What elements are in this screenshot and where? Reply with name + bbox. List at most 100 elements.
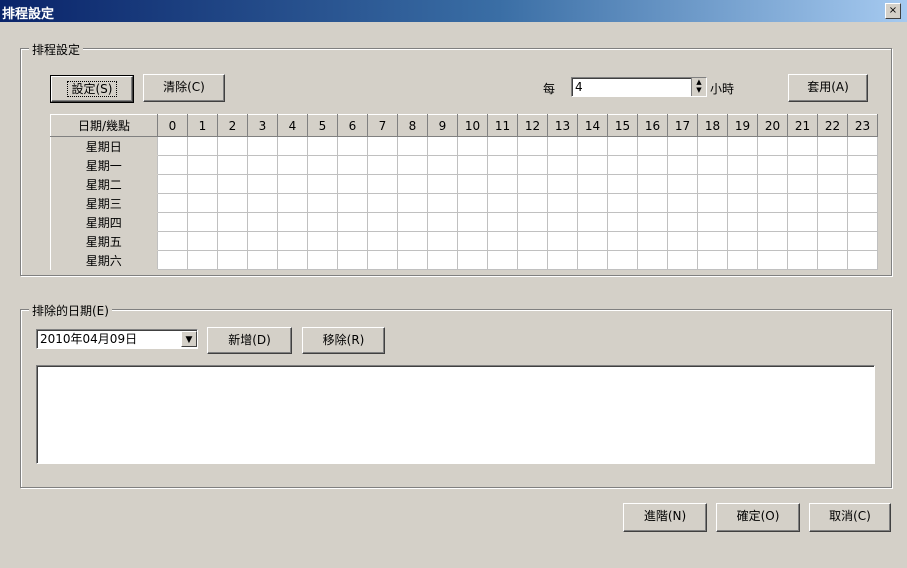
schedule-cell[interactable] xyxy=(427,193,458,213)
schedule-cell[interactable] xyxy=(247,250,278,270)
schedule-cell[interactable] xyxy=(307,174,338,194)
schedule-cell[interactable] xyxy=(607,193,638,213)
hour-header[interactable]: 13 xyxy=(547,114,578,137)
schedule-cell[interactable] xyxy=(157,155,188,175)
schedule-cell[interactable] xyxy=(787,231,818,251)
schedule-cell[interactable] xyxy=(787,174,818,194)
schedule-cell[interactable] xyxy=(517,155,548,175)
schedule-cell[interactable] xyxy=(457,231,488,251)
schedule-cell[interactable] xyxy=(667,174,698,194)
schedule-cell[interactable] xyxy=(697,250,728,270)
schedule-cell[interactable] xyxy=(577,155,608,175)
schedule-cell[interactable] xyxy=(277,212,308,232)
schedule-cell[interactable] xyxy=(337,136,368,156)
hour-header[interactable]: 12 xyxy=(517,114,548,137)
schedule-cell[interactable] xyxy=(397,231,428,251)
schedule-cell[interactable] xyxy=(157,212,188,232)
schedule-cell[interactable] xyxy=(517,212,548,232)
hour-header[interactable]: 22 xyxy=(817,114,848,137)
hour-header[interactable]: 23 xyxy=(847,114,878,137)
schedule-cell[interactable] xyxy=(457,250,488,270)
schedule-cell[interactable] xyxy=(637,193,668,213)
schedule-cell[interactable] xyxy=(247,212,278,232)
schedule-cell[interactable] xyxy=(637,136,668,156)
spin-down-icon[interactable]: ▼ xyxy=(692,86,706,94)
schedule-cell[interactable] xyxy=(847,136,878,156)
schedule-cell[interactable] xyxy=(187,155,218,175)
schedule-cell[interactable] xyxy=(547,231,578,251)
day-label[interactable]: 星期二 xyxy=(50,174,158,194)
schedule-cell[interactable] xyxy=(397,136,428,156)
schedule-cell[interactable] xyxy=(727,231,758,251)
hour-header[interactable]: 15 xyxy=(607,114,638,137)
hour-header[interactable]: 21 xyxy=(787,114,818,137)
schedule-cell[interactable] xyxy=(367,250,398,270)
schedule-cell[interactable] xyxy=(517,174,548,194)
schedule-cell[interactable] xyxy=(367,155,398,175)
schedule-cell[interactable] xyxy=(667,231,698,251)
schedule-cell[interactable] xyxy=(787,136,818,156)
schedule-cell[interactable] xyxy=(667,212,698,232)
schedule-cell[interactable] xyxy=(847,250,878,270)
schedule-cell[interactable] xyxy=(277,136,308,156)
schedule-cell[interactable] xyxy=(487,250,518,270)
schedule-cell[interactable] xyxy=(307,250,338,270)
schedule-cell[interactable] xyxy=(157,250,188,270)
schedule-cell[interactable] xyxy=(187,136,218,156)
schedule-cell[interactable] xyxy=(307,231,338,251)
schedule-cell[interactable] xyxy=(637,155,668,175)
add-date-button[interactable]: 新增(D) xyxy=(207,327,292,354)
hour-header[interactable]: 3 xyxy=(247,114,278,137)
schedule-cell[interactable] xyxy=(427,250,458,270)
clear-button[interactable]: 清除(C) xyxy=(143,74,225,102)
schedule-cell[interactable] xyxy=(547,212,578,232)
schedule-cell[interactable] xyxy=(577,174,608,194)
schedule-cell[interactable] xyxy=(157,231,188,251)
schedule-cell[interactable] xyxy=(547,174,578,194)
hour-header[interactable]: 6 xyxy=(337,114,368,137)
schedule-cell[interactable] xyxy=(187,250,218,270)
schedule-cell[interactable] xyxy=(487,212,518,232)
hour-header[interactable]: 17 xyxy=(667,114,698,137)
schedule-cell[interactable] xyxy=(727,136,758,156)
chevron-down-icon[interactable]: ▼ xyxy=(181,331,197,347)
schedule-cell[interactable] xyxy=(847,231,878,251)
schedule-cell[interactable] xyxy=(847,155,878,175)
schedule-cell[interactable] xyxy=(487,231,518,251)
schedule-cell[interactable] xyxy=(577,193,608,213)
schedule-cell[interactable] xyxy=(727,250,758,270)
schedule-cell[interactable] xyxy=(217,250,248,270)
hour-header[interactable]: 5 xyxy=(307,114,338,137)
schedule-cell[interactable] xyxy=(247,155,278,175)
schedule-cell[interactable] xyxy=(577,136,608,156)
schedule-cell[interactable] xyxy=(487,136,518,156)
schedule-cell[interactable] xyxy=(757,212,788,232)
close-icon[interactable]: × xyxy=(885,3,901,19)
schedule-cell[interactable] xyxy=(727,174,758,194)
schedule-cell[interactable] xyxy=(307,212,338,232)
hour-header[interactable]: 20 xyxy=(757,114,788,137)
schedule-cell[interactable] xyxy=(787,212,818,232)
hour-header[interactable]: 1 xyxy=(187,114,218,137)
schedule-cell[interactable] xyxy=(607,136,638,156)
schedule-cell[interactable] xyxy=(697,136,728,156)
schedule-cell[interactable] xyxy=(277,155,308,175)
schedule-cell[interactable] xyxy=(427,174,458,194)
hour-header[interactable]: 2 xyxy=(217,114,248,137)
schedule-cell[interactable] xyxy=(757,231,788,251)
day-label[interactable]: 星期五 xyxy=(50,231,158,251)
schedule-cell[interactable] xyxy=(397,193,428,213)
ok-button[interactable]: 確定(O) xyxy=(716,503,800,532)
schedule-cell[interactable] xyxy=(457,136,488,156)
schedule-cell[interactable] xyxy=(217,231,248,251)
hour-header[interactable]: 7 xyxy=(367,114,398,137)
schedule-cell[interactable] xyxy=(247,231,278,251)
schedule-cell[interactable] xyxy=(817,231,848,251)
schedule-cell[interactable] xyxy=(337,231,368,251)
interval-stepper[interactable]: ▲ ▼ xyxy=(691,78,706,96)
schedule-cell[interactable] xyxy=(547,250,578,270)
day-label[interactable]: 星期四 xyxy=(50,212,158,232)
schedule-cell[interactable] xyxy=(187,231,218,251)
schedule-cell[interactable] xyxy=(817,193,848,213)
schedule-cell[interactable] xyxy=(607,212,638,232)
